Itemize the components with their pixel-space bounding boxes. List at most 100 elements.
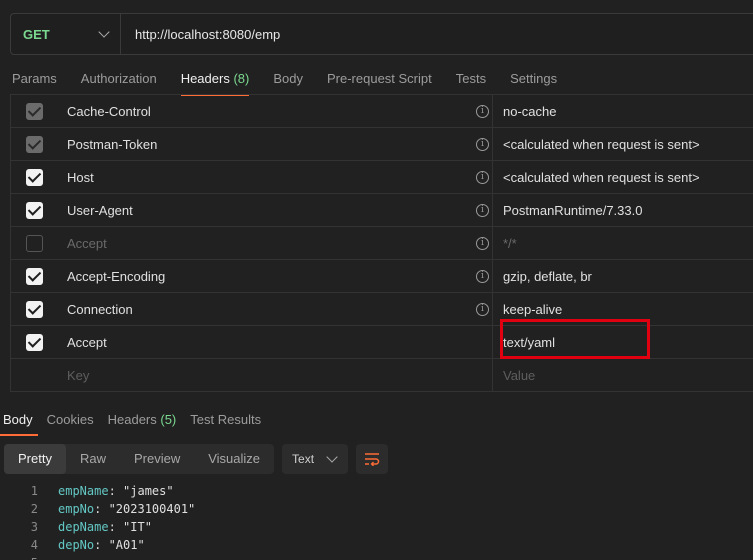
header-key-text: Accept-Encoding [67,268,166,284]
header-value[interactable]: <calculated when request is sent> [493,161,753,193]
header-key-text: User-Agent [67,202,133,218]
info-icon[interactable]: i [476,203,489,217]
url-input[interactable]: http://localhost:8080/emp [121,27,280,42]
colon: : [94,538,109,552]
tab-params[interactable]: Params [0,66,69,96]
tab-response-headers[interactable]: Headers (5) [105,406,182,436]
header-key[interactable]: Cache-Control i [57,95,493,127]
header-key[interactable]: Accept [57,326,493,358]
header-checkbox[interactable] [25,300,43,318]
format-label: Text [292,452,315,466]
format-select[interactable]: Text [282,444,349,474]
tab-tests[interactable]: Tests [444,66,498,96]
tab-label: Test Results [190,412,262,427]
yaml-value: "2023100401" [108,502,196,516]
yaml-key: empNo [58,502,95,516]
header-value-text: */* [503,235,517,251]
tab-settings[interactable]: Settings [498,66,569,96]
header-key[interactable]: Accept-Encoding i [57,260,493,292]
header-checkbox[interactable] [25,201,43,219]
header-key[interactable]: Host i [57,161,493,193]
header-key[interactable]: User-Agent i [57,194,493,226]
request-tabs: Params Authorization Headers (8) Body Pr… [0,66,569,96]
yaml-key: empName [58,484,109,498]
header-value[interactable]: no-cache [493,95,753,127]
header-checkbox[interactable] [25,333,43,351]
code-line: 3 depName: "IT" [0,518,195,536]
new-value-input[interactable]: Value [493,359,753,391]
tab-cookies[interactable]: Cookies [44,406,99,436]
table-row: Accept-Encoding i gzip, deflate, br [11,260,753,293]
header-checkbox[interactable] [25,135,43,153]
tab-label: Params [12,71,57,86]
yaml-key: depName [58,520,109,534]
tab-body[interactable]: Body [261,66,315,96]
table-row: Cache-Control i no-cache [11,95,753,128]
header-key-text: Accept [67,334,107,350]
header-key[interactable]: Accept i [57,227,493,259]
header-key-text: Host [67,169,94,185]
header-key[interactable]: Connection i [57,293,493,325]
view-pretty-button[interactable]: Pretty [4,444,66,474]
table-row: Accept i */* [11,227,753,260]
header-checkbox[interactable] [25,267,43,285]
header-checkbox[interactable] [25,102,43,120]
response-toolbar: Pretty Raw Preview Visualize Text [4,444,389,474]
header-value-text: gzip, deflate, br [503,268,592,284]
line-number: 3 [30,520,38,534]
header-value-text: <calculated when request is sent> [503,169,700,185]
header-checkbox[interactable] [25,234,43,252]
header-value[interactable]: */* [493,227,753,259]
colon: : [108,484,124,498]
tab-pre-request-script[interactable]: Pre-request Script [315,66,444,96]
tab-label: Authorization [80,71,157,86]
tab-label: Pre-request Script [326,71,432,86]
info-icon[interactable]: i [476,170,489,184]
table-row: Postman-Token i <calculated when request … [11,128,753,161]
line-number: 5 [0,556,58,560]
yaml-value: "james" [123,484,174,498]
header-value[interactable]: gzip, deflate, br [493,260,753,292]
tab-authorization[interactable]: Authorization [69,66,169,96]
key-placeholder: Key [67,367,90,383]
header-value[interactable]: <calculated when request is sent> [493,128,753,160]
header-value-text: <calculated when request is sent> [503,136,700,152]
view-raw-button[interactable]: Raw [66,444,120,474]
new-key-input[interactable]: Key [57,359,493,391]
colon: : [108,520,124,534]
info-icon[interactable]: i [476,269,489,283]
info-icon[interactable]: i [476,104,489,118]
tab-headers[interactable]: Headers (8) [169,66,262,96]
yaml-value: "A01" [108,538,145,552]
tab-count: (8) [233,71,250,86]
header-value[interactable]: PostmanRuntime/7.33.0 [493,194,753,226]
header-checkbox[interactable] [25,168,43,186]
info-icon[interactable]: i [476,137,489,151]
tab-response-body[interactable]: Body [0,406,38,436]
wrap-lines-button[interactable] [356,444,389,474]
view-mode-switch: Pretty Raw Preview Visualize [4,444,275,474]
header-value-text: PostmanRuntime/7.33.0 [503,202,643,218]
table-row: User-Agent i PostmanRuntime/7.33.0 [11,194,753,227]
view-preview-button[interactable]: Preview [120,444,194,474]
code-line: 1 empName: "james" [0,482,195,500]
tab-label: Headers [180,71,230,86]
response-tabs: Body Cookies Headers (5) Test Results [0,406,272,436]
info-icon[interactable]: i [476,302,489,316]
line-number: 2 [30,502,38,516]
tab-test-results[interactable]: Test Results [187,406,266,436]
tab-label: Headers [107,412,157,427]
info-icon[interactable]: i [476,236,489,250]
line-number: 4 [30,538,38,552]
tab-label: Body [3,412,33,427]
tab-count: (5) [160,412,177,427]
wrap-lines-icon [365,453,380,466]
tab-label: Body [273,71,303,86]
view-visualize-button[interactable]: Visualize [194,444,274,474]
header-key[interactable]: Postman-Token i [57,128,493,160]
code-line: 2 empNo: "2023100401" [0,500,196,518]
method-select[interactable]: GET [11,14,121,54]
header-key-text: Connection [67,301,133,317]
yaml-value: "IT" [123,520,152,534]
new-header-row: Key Value [11,359,753,392]
